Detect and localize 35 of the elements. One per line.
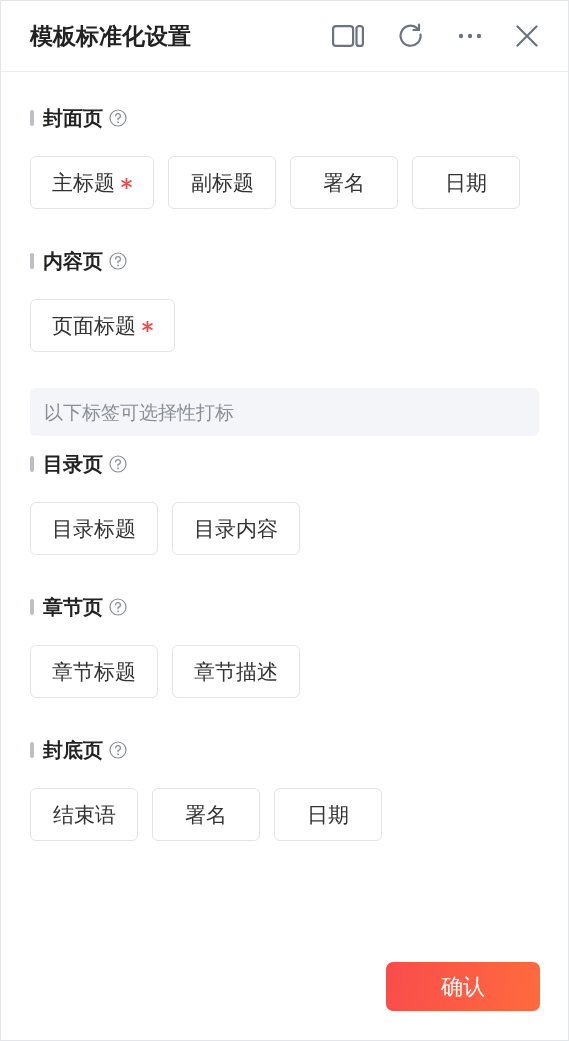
tag-button[interactable]: 结束语: [30, 788, 138, 841]
accent-bar: [30, 456, 34, 472]
required-asterisk-icon: [142, 321, 153, 332]
accent-bar: [30, 253, 34, 269]
tag-button[interactable]: 日期: [274, 788, 382, 841]
tag-button[interactable]: 署名: [152, 788, 260, 841]
section-title: 封底页: [43, 736, 103, 764]
more-icon[interactable]: [458, 33, 482, 39]
section-title: 内容页: [43, 247, 103, 275]
help-icon[interactable]: [109, 252, 127, 270]
side-panel-icon[interactable]: [332, 25, 364, 47]
section-title: 封面页: [43, 104, 103, 132]
section-title: 目录页: [43, 450, 103, 478]
close-icon[interactable]: [516, 25, 538, 47]
tag-button[interactable]: 目录内容: [172, 502, 300, 555]
tag-button[interactable]: 章节描述: [172, 645, 300, 698]
tag-button[interactable]: 目录标题: [30, 502, 158, 555]
tag-button[interactable]: 署名: [290, 156, 398, 209]
help-icon[interactable]: [109, 741, 127, 759]
help-icon[interactable]: [109, 455, 127, 473]
accent-bar: [30, 599, 34, 615]
tag-button[interactable]: 副标题: [168, 156, 276, 209]
tag-button[interactable]: 章节标题: [30, 645, 158, 698]
window-title: 模板标准化设置: [30, 21, 191, 51]
help-icon[interactable]: [109, 109, 127, 127]
tag-button[interactable]: 日期: [412, 156, 520, 209]
accent-bar: [30, 742, 34, 758]
accent-bar: [30, 110, 34, 126]
help-icon[interactable]: [109, 598, 127, 616]
refresh-icon[interactable]: [398, 23, 424, 49]
tag-button[interactable]: 主标题: [30, 156, 154, 209]
section-title: 章节页: [43, 593, 103, 621]
note-banner: 以下标签可选择性打标: [30, 388, 539, 436]
required-asterisk-icon: [121, 178, 132, 189]
tag-button[interactable]: 页面标题: [30, 299, 175, 352]
